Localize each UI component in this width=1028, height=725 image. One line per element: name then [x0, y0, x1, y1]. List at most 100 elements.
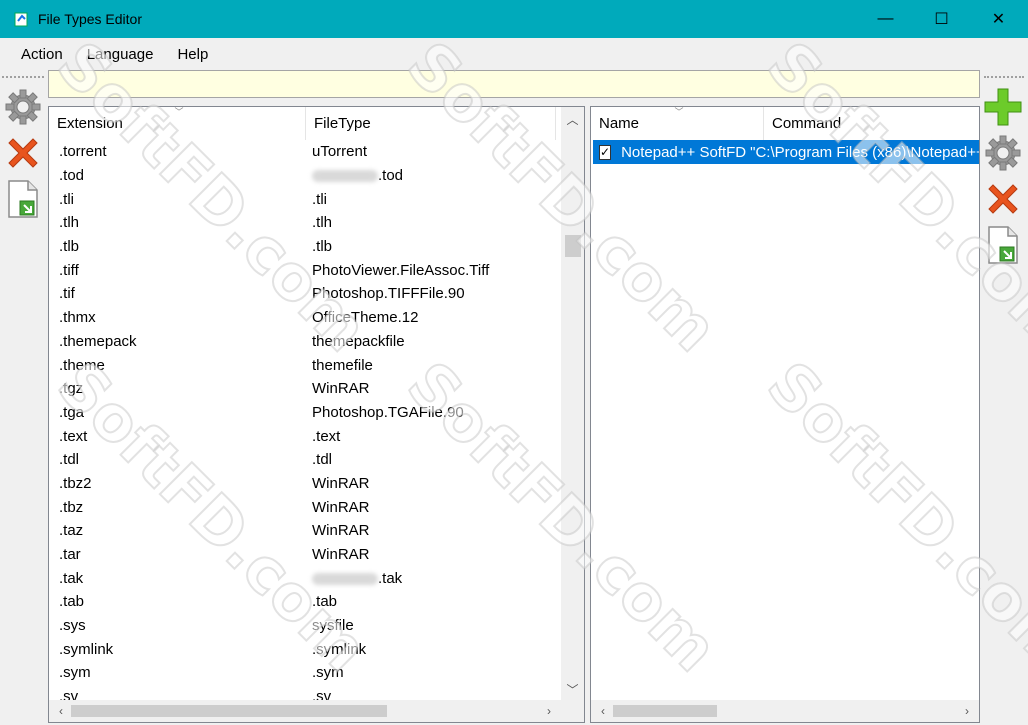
redacted-text	[312, 170, 378, 183]
extension-cell: .taz	[59, 522, 84, 540]
table-row[interactable]: .theme themefile	[49, 353, 554, 377]
scroll-down-icon[interactable]: ﹀	[561, 679, 584, 699]
horizontal-scrollbar[interactable]: ‹ ›	[591, 700, 979, 722]
table-row[interactable]: .tli .tli	[49, 187, 554, 211]
action-command: "C:\Program Files (x86)\Notepad++\notepa…	[750, 143, 979, 161]
export-button[interactable]	[3, 178, 43, 220]
table-row[interactable]: .tbz WinRAR	[49, 495, 554, 519]
extension-cell: .tdl	[59, 451, 80, 469]
extension-cell: .sym	[59, 664, 91, 682]
table-row[interactable]: .sys sysfile	[49, 614, 554, 638]
extensions-list[interactable]: ﹀ Extension FileType .torrent uTorrent .to…	[48, 106, 585, 723]
scroll-right-icon[interactable]: ›	[539, 700, 559, 722]
table-row[interactable]: .tiff PhotoViewer.FileAssoc.Tiff	[49, 258, 554, 282]
extension-cell: .tif	[59, 285, 75, 303]
delete-button[interactable]	[3, 132, 43, 174]
list-header: ﹀ Extension FileType	[49, 107, 556, 140]
settings-button-right[interactable]	[983, 132, 1023, 174]
table-row[interactable]: .text .text	[49, 424, 554, 448]
filetype-cell: .tdl	[312, 451, 333, 469]
extension-cell: .symlink	[59, 640, 114, 658]
scroll-corner	[561, 700, 584, 722]
filetype-cell: .tli	[312, 190, 327, 208]
menu-action[interactable]: Action	[0, 46, 75, 63]
checkbox-checked-icon[interactable]: ✓	[599, 144, 612, 160]
filetype-cell: WinRAR	[312, 380, 370, 398]
menu-bar: Action Language Help	[0, 38, 1028, 70]
column-header-extension[interactable]: ﹀ Extension	[49, 107, 306, 140]
table-row[interactable]: .tar WinRAR	[49, 543, 554, 567]
table-row[interactable]: .tif Photoshop.TIFFFile.90	[49, 282, 554, 306]
table-row[interactable]: .tdl .tdl	[49, 448, 554, 472]
extension-cell: .tod	[59, 167, 85, 185]
table-row[interactable]: .tga Photoshop.TGAFile.90	[49, 401, 554, 425]
delete-x-icon	[988, 184, 1018, 214]
filetype-cell: .text	[312, 427, 341, 445]
menu-language[interactable]: Language	[75, 46, 166, 63]
column-label: Extension	[57, 115, 123, 132]
action-name: Notepad++ SoftFD	[621, 143, 747, 161]
column-label: Command	[772, 115, 842, 132]
minimize-button[interactable]: —	[857, 0, 914, 38]
filetype-cell: Photoshop.TIFFFile.90	[312, 285, 465, 303]
column-header-name[interactable]: ﹀ Name	[591, 107, 764, 140]
extensions-rows: .torrent uTorrent .tod .tod .tli .tli .tlh .tlh…	[49, 140, 554, 709]
close-button[interactable]: ✕	[970, 0, 1027, 38]
export-button-right[interactable]	[983, 224, 1023, 266]
right-toolbar	[980, 86, 1026, 270]
scroll-left-icon[interactable]: ‹	[51, 700, 71, 722]
filetype-text: .tak	[378, 569, 403, 587]
column-label: FileType	[314, 115, 371, 132]
scroll-thumb[interactable]	[565, 235, 581, 257]
maximize-button[interactable]: ☐	[913, 0, 970, 38]
extension-cell: .thmx	[59, 309, 96, 327]
filetype-cell: .tlb	[312, 238, 333, 256]
table-row[interactable]: .taz WinRAR	[49, 519, 554, 543]
filetype-cell: OfficeTheme.12	[312, 309, 419, 327]
vertical-scrollbar[interactable]: ︿ ﹀	[561, 107, 584, 701]
filetype-cell: themefile	[312, 356, 373, 374]
table-row[interactable]: .tlb .tlb	[49, 235, 554, 259]
filetype-cell: themepackfile	[312, 332, 405, 350]
table-row[interactable]: .thmx OfficeTheme.12	[49, 306, 554, 330]
sort-arrow-icon: ﹀	[174, 107, 184, 117]
scroll-thumb[interactable]	[613, 705, 717, 717]
table-row[interactable]: .tab .tab	[49, 590, 554, 614]
filetype-cell: .tab	[312, 593, 338, 611]
filetype-cell: uTorrent	[312, 143, 368, 161]
menu-help[interactable]: Help	[165, 46, 220, 63]
scroll-up-icon[interactable]: ︿	[561, 109, 584, 129]
table-row[interactable]: .tod .tod	[49, 164, 554, 188]
table-row[interactable]: .symlink .symlink	[49, 637, 554, 661]
scroll-thumb[interactable]	[71, 705, 387, 717]
action-row-selected[interactable]: ✓ Notepad++ SoftFD "C:\Program Files (x8…	[593, 140, 979, 164]
table-row[interactable]: .tak .tak	[49, 566, 554, 590]
table-row[interactable]: .sym .sym	[49, 661, 554, 685]
table-row[interactable]: .tlh .tlh	[49, 211, 554, 235]
path-input[interactable]	[48, 70, 980, 98]
extension-cell: .tak	[59, 569, 84, 587]
table-row[interactable]: .tbz2 WinRAR	[49, 472, 554, 496]
table-row[interactable]: .tgz WinRAR	[49, 377, 554, 401]
table-row[interactable]: .themepack themepackfile	[49, 330, 554, 354]
add-button[interactable]	[983, 86, 1023, 128]
extension-cell: .torrent	[59, 143, 107, 161]
scroll-left-icon[interactable]: ‹	[593, 700, 613, 722]
filetype-text: .tod	[378, 167, 404, 185]
scroll-right-icon[interactable]: ›	[957, 700, 977, 722]
actions-list[interactable]: ﹀ Name Command ✓ Notepad++ SoftFD "C:\Pr…	[590, 106, 980, 723]
column-header-command[interactable]: Command	[764, 107, 979, 140]
horizontal-scrollbar[interactable]: ‹ ›	[49, 700, 561, 722]
delete-x-icon	[8, 138, 38, 168]
table-row[interactable]: .torrent uTorrent	[49, 140, 554, 164]
delete-button-right[interactable]	[983, 178, 1023, 220]
export-document-icon	[8, 180, 38, 218]
plus-icon	[984, 88, 1022, 126]
extension-cell: .theme	[59, 356, 105, 374]
extension-cell: .tab	[59, 593, 85, 611]
column-header-filetype[interactable]: FileType	[306, 107, 556, 140]
filetype-cell: WinRAR	[312, 474, 370, 492]
settings-button[interactable]	[3, 86, 43, 128]
window-title: File Types Editor	[38, 11, 143, 27]
extension-cell: .tbz2	[59, 474, 92, 492]
